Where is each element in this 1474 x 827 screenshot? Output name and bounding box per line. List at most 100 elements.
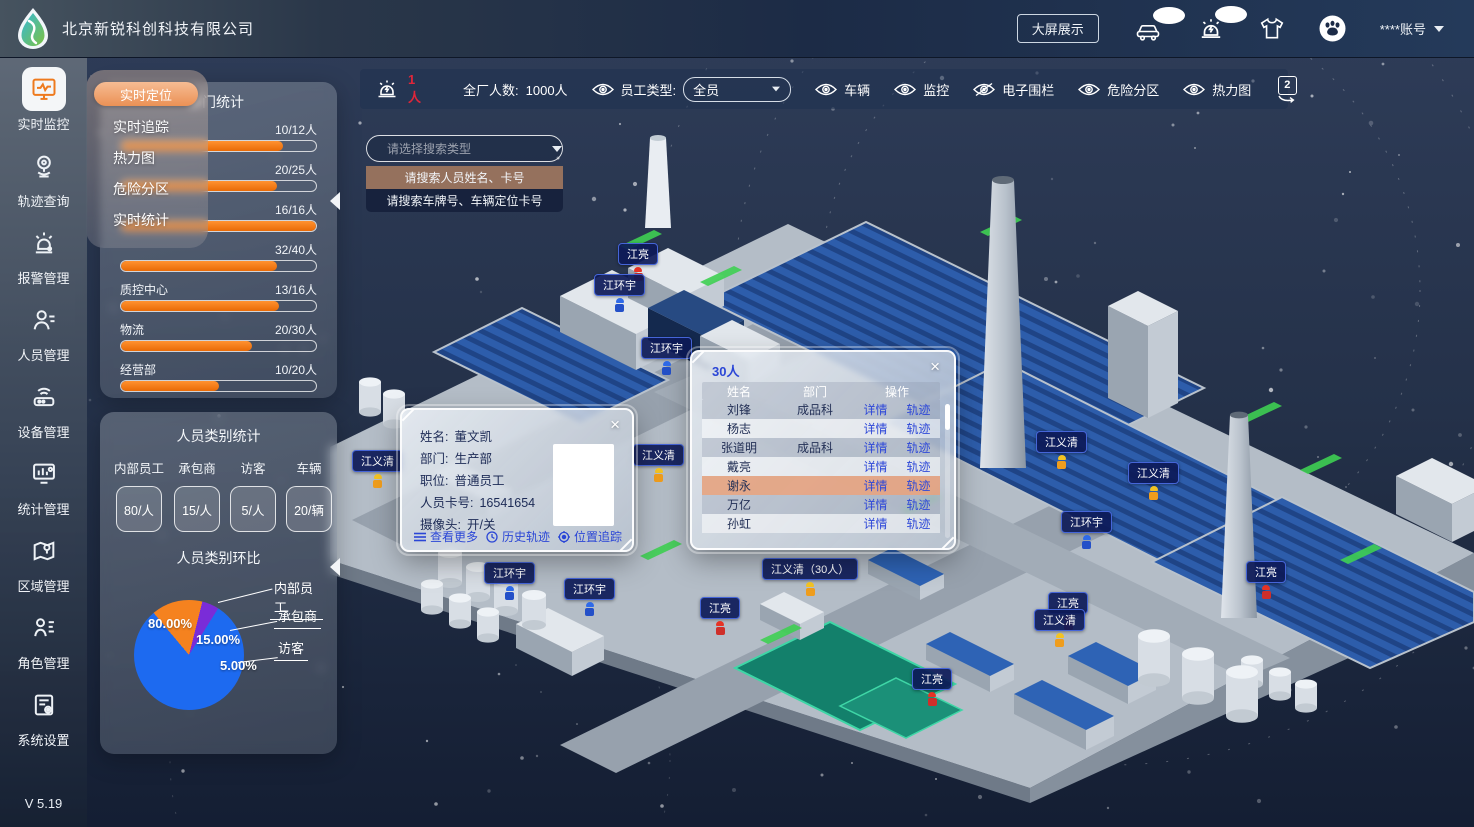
- worker-badge[interactable]: 江义清: [633, 444, 684, 482]
- worker-badge[interactable]: 江义清: [1036, 431, 1087, 469]
- table-row[interactable]: 刘锋 成品科 详情 轨迹: [702, 400, 940, 419]
- category-count-box[interactable]: 15/人: [174, 486, 220, 532]
- worker-figure: [615, 298, 624, 312]
- view-more-button[interactable]: 查看更多: [414, 528, 478, 545]
- detail-link[interactable]: 详情: [863, 401, 887, 418]
- worker-badge[interactable]: 江环宇: [1061, 511, 1112, 549]
- table-row[interactable]: 谢永 详情 轨迹: [702, 476, 940, 495]
- worker-badge-label[interactable]: 江环宇: [564, 578, 615, 600]
- worker-badge-label[interactable]: 江环宇: [1061, 511, 1112, 533]
- worker-badge-label[interactable]: 江环宇: [594, 274, 645, 296]
- table-row[interactable]: 孙虹 详情 轨迹: [702, 514, 940, 533]
- submenu-item-heatmap[interactable]: 热力图: [113, 148, 155, 168]
- sidebar-item-alarm-mgmt[interactable]: 报警管理: [0, 221, 87, 298]
- category-count-box[interactable]: 20/辆: [286, 486, 332, 532]
- siren-icon[interactable]: [374, 77, 400, 101]
- shirt-icon[interactable]: [1259, 17, 1285, 41]
- track-link[interactable]: 轨迹: [906, 496, 930, 513]
- location-trace-button[interactable]: 位置追踪: [558, 528, 622, 545]
- search-type-option[interactable]: 请搜索人员姓名、卡号: [366, 166, 563, 189]
- submenu-item-realtime-location[interactable]: 实时定位: [94, 82, 198, 106]
- layer-toggle[interactable]: 车辆: [815, 80, 870, 99]
- eye-icon[interactable]: [592, 82, 614, 97]
- worker-badge[interactable]: 江环宇: [641, 337, 692, 375]
- category-count-box[interactable]: 80/人: [116, 486, 162, 532]
- detail-link[interactable]: 详情: [863, 496, 887, 513]
- track-link[interactable]: 轨迹: [906, 420, 930, 437]
- close-icon[interactable]: ×: [610, 416, 620, 433]
- scrollbar-thumb[interactable]: [945, 404, 950, 430]
- table-row[interactable]: 万亿 详情 轨迹: [702, 495, 940, 514]
- worker-badge[interactable]: 江义清: [352, 450, 403, 488]
- worker-badge[interactable]: 江义清（30人）: [762, 558, 858, 596]
- worker-badge-label[interactable]: 江义清: [352, 450, 403, 472]
- vehicle-alert-icon[interactable]: [1133, 17, 1163, 41]
- table-row[interactable]: 杨志 详情 轨迹: [702, 419, 940, 438]
- sidebar-item-personnel-mgmt[interactable]: 人员管理: [0, 298, 87, 375]
- table-scrollbar[interactable]: [945, 404, 950, 538]
- worker-figure: [928, 692, 937, 706]
- layer-toggle[interactable]: 危险分区: [1078, 80, 1159, 99]
- worker-badge-label[interactable]: 江义清: [633, 444, 684, 466]
- table-row[interactable]: 张道明 成品科 详情 轨迹: [702, 438, 940, 457]
- worker-badge-label[interactable]: 江环宇: [641, 337, 692, 359]
- sidebar-item-device-mgmt[interactable]: 设备管理: [0, 375, 87, 452]
- category-count-box[interactable]: 5/人: [230, 486, 276, 532]
- layer-toggle[interactable]: 热力图: [1183, 80, 1251, 99]
- worker-badge-label[interactable]: 江亮: [912, 668, 952, 690]
- sidebar-item-system-settings[interactable]: 系统设置: [0, 683, 87, 760]
- paw-account-icon[interactable]: [1319, 15, 1346, 42]
- worker-badge-label[interactable]: 江义清（30人）: [762, 558, 858, 580]
- alarm-count[interactable]: 1人: [408, 72, 421, 106]
- panel-collapse-handle[interactable]: [330, 192, 340, 210]
- table-row[interactable]: 戴亮 详情 轨迹: [702, 457, 940, 476]
- track-link[interactable]: 轨迹: [906, 439, 930, 456]
- worker-badge-label[interactable]: 江亮: [700, 597, 740, 619]
- detail-link[interactable]: 详情: [863, 515, 887, 532]
- detail-link[interactable]: 详情: [863, 477, 887, 494]
- account-menu[interactable]: ****账号: [1380, 19, 1444, 38]
- worker-badge[interactable]: 江亮: [700, 597, 740, 635]
- submenu-item-realtime-stats[interactable]: 实时统计: [113, 210, 169, 230]
- sidebar-item-realtime-monitor[interactable]: 实时监控: [0, 67, 87, 144]
- worker-badge-label[interactable]: 江环宇: [484, 562, 535, 584]
- search-input[interactable]: [385, 141, 544, 157]
- employee-type-select[interactable]: 全员: [683, 77, 791, 102]
- worker-badge[interactable]: 江义清: [1128, 462, 1179, 500]
- worker-badge[interactable]: 江环宇: [594, 274, 645, 312]
- 2d-switch-icon[interactable]: 2: [1277, 76, 1297, 103]
- sidebar-item-track-query[interactable]: 轨迹查询: [0, 144, 87, 221]
- worker-badge[interactable]: 江环宇: [564, 578, 615, 616]
- history-track-button[interactable]: 历史轨迹: [486, 528, 550, 545]
- worker-badge-label[interactable]: 江亮: [1246, 561, 1286, 583]
- sidebar-item-label: 设备管理: [17, 422, 69, 441]
- big-screen-button[interactable]: 大屏展示: [1017, 14, 1099, 43]
- layer-toggle[interactable]: 监控: [894, 80, 949, 99]
- worker-badge-label[interactable]: 江义清: [1036, 431, 1087, 453]
- worker-badge-label[interactable]: 江义清: [1128, 462, 1179, 484]
- worker-badge[interactable]: 江义清: [1034, 609, 1085, 647]
- submenu-item-danger-zone[interactable]: 危险分区: [113, 179, 169, 199]
- worker-badge-label[interactable]: 江亮: [618, 243, 658, 265]
- track-link[interactable]: 轨迹: [906, 458, 930, 475]
- search-box[interactable]: [366, 135, 563, 162]
- worker-badge[interactable]: 江亮: [1246, 561, 1286, 599]
- worker-badge[interactable]: 江环宇: [484, 562, 535, 600]
- track-link[interactable]: 轨迹: [906, 515, 930, 532]
- worker-badge-label[interactable]: 江义清: [1034, 609, 1085, 631]
- detail-link[interactable]: 详情: [863, 458, 887, 475]
- close-icon[interactable]: ×: [930, 358, 940, 375]
- track-link[interactable]: 轨迹: [906, 477, 930, 494]
- worker-badge[interactable]: 江亮: [912, 668, 952, 706]
- panel-collapse-handle[interactable]: [330, 558, 340, 576]
- track-link[interactable]: 轨迹: [906, 401, 930, 418]
- detail-link[interactable]: 详情: [863, 420, 887, 437]
- sidebar-item-stats-mgmt[interactable]: 统计管理: [0, 452, 87, 529]
- search-type-option[interactable]: 请搜索车牌号、车辆定位卡号: [366, 189, 563, 212]
- alarm-alert-icon[interactable]: [1197, 16, 1225, 42]
- sidebar-item-role-mgmt[interactable]: 角色管理: [0, 606, 87, 683]
- layer-toggle[interactable]: 电子围栏: [973, 80, 1054, 99]
- detail-link[interactable]: 详情: [863, 439, 887, 456]
- sidebar-item-area-mgmt[interactable]: 区域管理: [0, 529, 87, 606]
- submenu-item-realtime-trace[interactable]: 实时追踪: [113, 117, 169, 137]
